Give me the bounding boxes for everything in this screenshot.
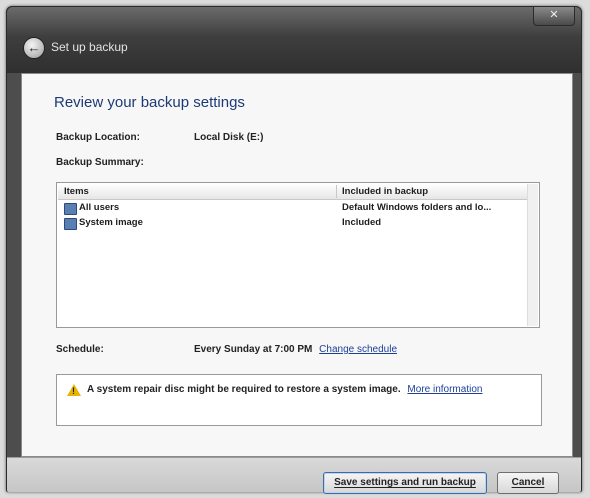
- notice-text-row: A system repair disc might be required t…: [87, 384, 482, 395]
- backup-location-value: Local Disk (E:): [194, 132, 264, 143]
- back-arrow-icon: ←: [27, 40, 41, 55]
- schedule-label: Schedule:: [56, 344, 104, 355]
- schedule-value: Every Sunday at 7:00 PM: [194, 344, 313, 355]
- more-information-link[interactable]: More information: [407, 384, 482, 395]
- backup-wizard-window: ✕ ← Set up backup Review your backup set…: [6, 6, 582, 494]
- warning-icon-mark: !: [72, 386, 75, 396]
- save-settings-and-run-backup-button[interactable]: Save settings and run backup: [323, 472, 487, 494]
- table-row[interactable]: System image Included: [58, 216, 538, 231]
- wizard-footer: Save settings and run backup Cancel: [7, 457, 581, 494]
- row-included: Default Windows folders and lo...: [342, 202, 492, 213]
- close-button[interactable]: ✕: [533, 7, 575, 26]
- column-header-included[interactable]: Included in backup: [342, 186, 428, 197]
- cancel-button[interactable]: Cancel: [497, 472, 559, 494]
- change-schedule-link[interactable]: Change schedule: [319, 344, 397, 355]
- row-included: Included: [342, 217, 382, 228]
- row-item: System image: [79, 217, 143, 228]
- back-button[interactable]: ←: [23, 37, 45, 59]
- column-divider[interactable]: [336, 185, 337, 198]
- table-scrollbar[interactable]: [527, 184, 538, 326]
- column-header-items[interactable]: Items: [64, 186, 89, 197]
- title-bar: ✕ ← Set up backup: [7, 7, 581, 73]
- schedule-value-row: Every Sunday at 7:00 PM Change schedule: [194, 344, 397, 355]
- close-icon: ✕: [549, 9, 559, 21]
- page-heading: Review your backup settings: [54, 94, 245, 111]
- backup-summary-label: Backup Summary:: [56, 157, 144, 168]
- system-image-icon: [64, 218, 77, 230]
- window-title: Set up backup: [51, 40, 128, 54]
- backup-location-label: Backup Location:: [56, 132, 140, 143]
- row-item: All users: [79, 202, 120, 213]
- wizard-content: Review your backup settings Backup Locat…: [21, 73, 573, 457]
- table-header: Items Included in backup: [58, 184, 538, 200]
- users-icon: [64, 203, 77, 215]
- table-row[interactable]: All users Default Windows folders and lo…: [58, 201, 538, 216]
- notice-text: A system repair disc might be required t…: [87, 384, 401, 395]
- backup-summary-table: Items Included in backup All users Defau…: [56, 182, 540, 328]
- system-repair-notice: ! A system repair disc might be required…: [56, 374, 542, 426]
